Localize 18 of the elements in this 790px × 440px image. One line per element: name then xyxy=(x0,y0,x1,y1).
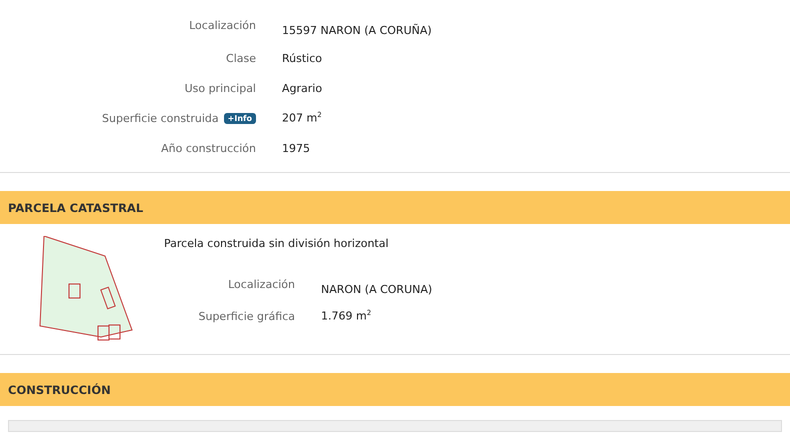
field-value: 15597 NARON (A CORUÑA) xyxy=(282,24,432,36)
field-label: Clase xyxy=(226,52,256,64)
field-value: NARON (A CORUNA) xyxy=(321,282,432,296)
field-value: 1975 xyxy=(282,142,310,154)
field-label: Superficie construida xyxy=(102,112,219,124)
field-label: Localización xyxy=(189,18,256,32)
field-value: 207 m$^{2}$ xyxy=(282,111,322,125)
field-label: Uso principal xyxy=(184,82,256,94)
field-value: 1.769 m$^{2}$ xyxy=(321,309,372,323)
field-label: Superficie gráfica xyxy=(198,310,295,322)
field-label: Año construcción xyxy=(161,142,256,154)
info-button[interactable]: +Info xyxy=(224,112,256,124)
parcel-description: Parcela construida sin división horizontal xyxy=(164,237,390,250)
section-header: CONSTRUCCIÓN xyxy=(0,373,790,406)
field-label: Localización xyxy=(228,278,295,290)
field-value: Agrario xyxy=(282,82,322,94)
section-header: PARCELA CATASTRAL xyxy=(0,191,790,224)
field-value: Rústico xyxy=(282,52,322,64)
